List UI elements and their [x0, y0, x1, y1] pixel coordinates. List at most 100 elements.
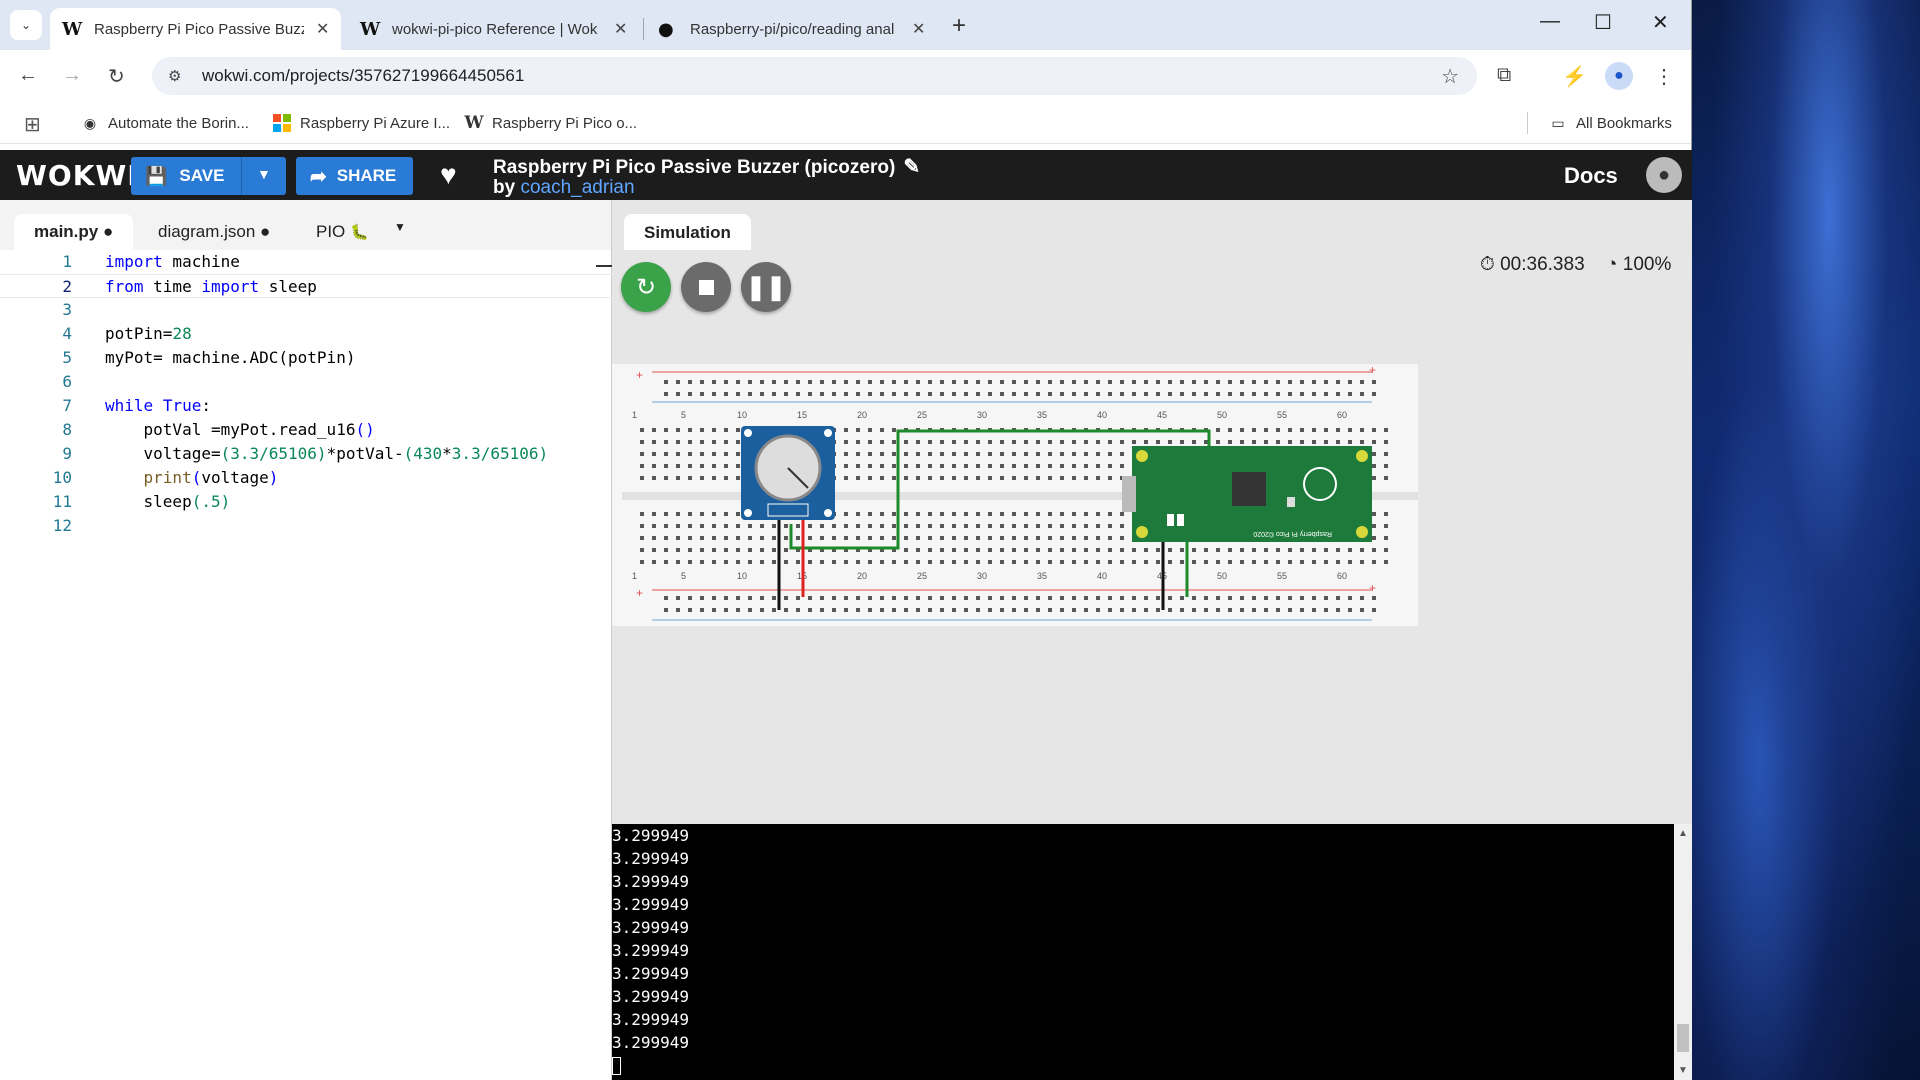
serial-line: 3.299949 — [612, 1033, 690, 1052]
close-icon[interactable]: ✕ — [614, 19, 627, 39]
simulation-tab[interactable]: Simulation — [624, 214, 751, 250]
svg-text:55: 55 — [1277, 571, 1287, 581]
close-icon[interactable]: ✕ — [316, 19, 329, 39]
wokwi-favicon-icon: W — [62, 18, 83, 40]
url-text[interactable]: wokwi.com/projects/357627199664450561 — [202, 66, 524, 86]
site-info-icon[interactable]: ⚙ — [168, 67, 190, 85]
tab-wokwi-reference[interactable]: W wokwi-pi-pico Reference | Wok ✕ — [348, 8, 639, 50]
pause-button[interactable]: ❚❚ — [741, 262, 791, 312]
menu-dots-icon[interactable]: ⋮ — [1654, 64, 1674, 89]
speedometer-icon: ◔ — [1606, 254, 1618, 275]
serial-line: 3.299949 — [612, 1010, 690, 1029]
project-title-text: Raspberry Pi Pico Passive Buzzer (picoze… — [493, 157, 896, 178]
serial-line: 3.299949 — [612, 895, 690, 914]
tab-title: wokwi-pi-pico Reference | Wok — [392, 20, 598, 38]
code-line[interactable]: import machine — [105, 250, 240, 274]
breadboard-diagram[interactable]: + + + + 151015202530354045505560 1510152… — [612, 364, 1418, 626]
rail-plus-sign: + — [1369, 581, 1376, 595]
code-area[interactable]: 1 import machine 2 from time import sleep … — [0, 250, 612, 538]
pencil-icon[interactable]: ✎ — [903, 156, 920, 178]
nav-bar: ← → ↻ ⚙ wokwi.com/projects/3576271996644… — [0, 50, 1691, 102]
stop-button[interactable] — [681, 262, 731, 312]
serial-line: 3.299949 — [612, 941, 690, 960]
author-link[interactable]: coach_adrian — [520, 177, 634, 198]
line-number: 2 — [62, 277, 72, 296]
share-button[interactable]: ➦ SHARE — [296, 157, 413, 195]
code-line[interactable]: while True: — [105, 394, 211, 418]
bookmark-star-icon[interactable]: ☆ — [1441, 64, 1459, 89]
back-arrow-icon[interactable]: ← — [18, 64, 38, 87]
tab-wokwi-project[interactable]: W Raspberry Pi Pico Passive Buzze ✕ — [50, 8, 342, 50]
window-close-button[interactable]: ✕ — [1652, 10, 1669, 35]
serial-scrollbar[interactable]: ▲ ▼ — [1674, 824, 1692, 1080]
code-line[interactable]: print(voltage) — [105, 466, 279, 490]
line-number: 11 — [52, 492, 72, 511]
pause-icon: ❚❚ — [745, 273, 787, 301]
heart-icon[interactable]: ♥ — [440, 159, 457, 191]
rail-holes-bottom — [656, 594, 1376, 618]
bookmarks-divider — [1527, 112, 1528, 134]
svg-text:1: 1 — [632, 571, 637, 581]
address-bar[interactable]: ⚙ wokwi.com/projects/357627199664450561 … — [152, 57, 1477, 95]
wokwi-header: WOKWI 💾 SAVE ▼ ➦ SHARE ♥ Raspberry Pi Pi… — [0, 150, 1692, 200]
profile-avatar[interactable]: ● — [1605, 62, 1633, 90]
new-tab-button[interactable]: + — [952, 12, 966, 40]
wokwi-favicon-icon: W — [464, 113, 484, 133]
scroll-up-icon[interactable]: ▲ — [1678, 828, 1688, 839]
simulation-panel: Simulation ↻ ❚❚ ⏱ 00:36.383 ◔ 100% + + +… — [612, 200, 1692, 824]
rail-plus-sign: + — [636, 368, 643, 382]
tab-diagram-json[interactable]: diagram.json ● — [138, 214, 290, 250]
minimize-button[interactable]: — — [1540, 10, 1560, 33]
serial-cursor-line[interactable] — [612, 1054, 1692, 1077]
scroll-thumb[interactable] — [1677, 1024, 1689, 1052]
tab-github[interactable]: ● Raspberry-pi/pico/reading anal ✕ — [646, 8, 937, 50]
performance-icon[interactable]: ⚡ — [1562, 64, 1587, 89]
apps-grid-icon[interactable]: ⊞ — [24, 112, 41, 137]
line-number: 8 — [62, 420, 72, 439]
timer-value: 00:36.383 — [1500, 254, 1585, 275]
maximize-button[interactable]: ☐ — [1594, 10, 1612, 35]
all-bookmarks-button[interactable]: ▭ All Bookmarks — [1548, 114, 1671, 132]
extensions-icon[interactable]: ⧉ — [1497, 64, 1511, 87]
code-line[interactable]: sleep(.5) — [105, 490, 231, 514]
docs-link[interactable]: Docs — [1564, 163, 1618, 189]
user-avatar[interactable]: ● — [1646, 157, 1682, 193]
svg-text:45: 45 — [1157, 410, 1167, 420]
more-files-caret-icon[interactable]: ▼ — [394, 220, 406, 234]
svg-text:15: 15 — [797, 410, 807, 420]
tab-strip: ⌄ W Raspberry Pi Pico Passive Buzze ✕ W … — [0, 0, 1691, 50]
code-line[interactable]: myPot= machine.ADC(potPin) — [105, 346, 355, 370]
pio-label: PIO — [316, 222, 346, 241]
tab-pio[interactable]: PIO 🐛 — [296, 214, 389, 250]
serial-line: 3.299949 — [612, 964, 690, 983]
stopwatch-icon: ⏱ — [1480, 254, 1495, 275]
forward-arrow-icon[interactable]: → — [62, 64, 82, 87]
tab-search-button[interactable]: ⌄ — [10, 10, 42, 40]
code-line[interactable]: potVal =myPot.read_u16() — [105, 418, 375, 442]
share-label: SHARE — [336, 166, 397, 185]
raspberry-pi-pico[interactable]: Raspberry Pi Pico ©2020 — [1122, 446, 1372, 542]
serial-line: 3.299949 — [612, 872, 690, 891]
svg-text:5: 5 — [681, 571, 686, 581]
code-line[interactable]: from time import sleep — [105, 275, 317, 299]
bookmark-automate[interactable]: ◉ Automate the Borin... — [80, 114, 249, 132]
reload-icon[interactable]: ↻ — [108, 64, 125, 89]
caret-down-icon[interactable]: ▼ — [257, 166, 271, 182]
browser-window: ⌄ W Raspberry Pi Pico Passive Buzze ✕ W … — [0, 0, 1692, 1080]
tab-title: Raspberry-pi/pico/reading anal — [690, 20, 895, 38]
restart-button[interactable]: ↻ — [621, 262, 671, 312]
tab-main-py[interactable]: main.py ● — [14, 214, 134, 250]
save-button[interactable]: 💾 SAVE ▼ — [131, 157, 286, 195]
code-line[interactable]: voltage=(3.3/65106)*potVal-(430*3.3/6510… — [105, 442, 549, 466]
bookmark-azure[interactable]: Raspberry Pi Azure I... — [272, 114, 450, 132]
wokwi-logo[interactable]: WOKWI — [16, 159, 139, 192]
close-icon[interactable]: ✕ — [912, 19, 925, 39]
potentiometer[interactable] — [741, 426, 835, 520]
code-line[interactable]: potPin=28 — [105, 322, 192, 346]
svg-text:10: 10 — [737, 571, 747, 581]
bookmark-pico[interactable]: W Raspberry Pi Pico o... — [464, 113, 637, 133]
svg-text:Raspberry Pi Pico ©2020: Raspberry Pi Pico ©2020 — [1253, 530, 1332, 538]
serial-monitor[interactable]: 3.299949 3.299949 3.299949 3.299949 3.29… — [612, 824, 1692, 1080]
project-author: by coach_adrian — [493, 177, 635, 199]
scroll-down-icon[interactable]: ▼ — [1678, 1065, 1688, 1076]
